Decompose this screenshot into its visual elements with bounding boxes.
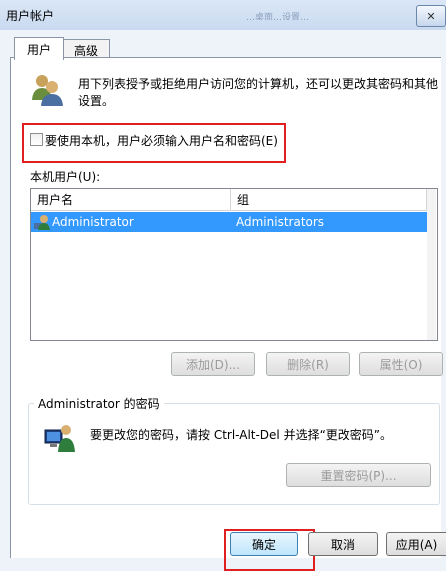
row-username: Administrator (52, 215, 134, 229)
intro-line-1: 用下列表授予或拒绝用户访问您的计算机，还可以更改其密码和其他 (78, 77, 439, 91)
require-login-checkbox[interactable] (30, 133, 43, 146)
tab-users[interactable]: 用户 (14, 37, 64, 60)
list-scrollbar[interactable] (427, 189, 436, 340)
close-icon: ✕ (426, 9, 436, 23)
users-icon (30, 72, 64, 108)
password-group (28, 403, 440, 505)
column-username-label: 用户名 (37, 193, 74, 207)
add-user-label: 添加(D)... (185, 357, 241, 372)
background-window-text: …桌面…设置… (246, 13, 310, 20)
reset-password-label: 重置密码(P)... (320, 468, 397, 483)
cancel-label: 取消 (330, 537, 355, 552)
local-users-list[interactable]: 用户名 组 Administrator Administrators (30, 188, 438, 341)
intro-text: 用下列表授予或拒绝用户访问您的计算机，还可以更改其密码和其他 设置。 (78, 76, 438, 110)
local-users-label: 本机用户(U): (30, 170, 101, 184)
apply-label: 应用(A) (395, 537, 438, 552)
computer-user-icon (44, 420, 76, 452)
add-user-button[interactable]: 添加(D)... (171, 352, 255, 376)
close-button[interactable]: ✕ (416, 5, 446, 27)
reset-password-button[interactable]: 重置密码(P)... (286, 463, 431, 487)
table-row[interactable]: Administrator Administrators (31, 212, 427, 232)
window-title: 用户帐户 (6, 9, 55, 23)
remove-user-button[interactable]: 删除(R) (266, 352, 350, 376)
column-header-username[interactable]: 用户名 (31, 189, 231, 211)
password-instructions: 要更改您的密码，请按 Ctrl-Alt-Del 并选择“更改密码”。 (90, 428, 393, 442)
apply-button[interactable]: 应用(A) (386, 532, 446, 556)
intro-line-2: 设置。 (78, 94, 115, 108)
properties-label: 属性(O) (379, 357, 423, 372)
tab-users-label: 用户 (26, 42, 51, 57)
properties-button[interactable]: 属性(O) (359, 352, 443, 376)
remove-user-label: 删除(R) (287, 357, 329, 372)
password-group-title: Administrator 的密码 (34, 395, 164, 412)
column-group-label: 组 (237, 193, 250, 207)
ok-label: 确定 (251, 537, 276, 552)
tab-advanced-label: 高级 (73, 43, 98, 58)
ok-button[interactable]: 确定 (230, 532, 298, 556)
row-group: Administrators (236, 215, 325, 229)
title-bar: 用户帐户 …桌面…设置… ✕ (0, 0, 446, 30)
user-icon (34, 214, 50, 230)
cancel-button[interactable]: 取消 (308, 532, 378, 556)
require-login-label[interactable]: 要使用本机，用户必须输入用户名和密码(E) (45, 132, 278, 149)
column-header-group[interactable]: 组 (231, 189, 427, 211)
